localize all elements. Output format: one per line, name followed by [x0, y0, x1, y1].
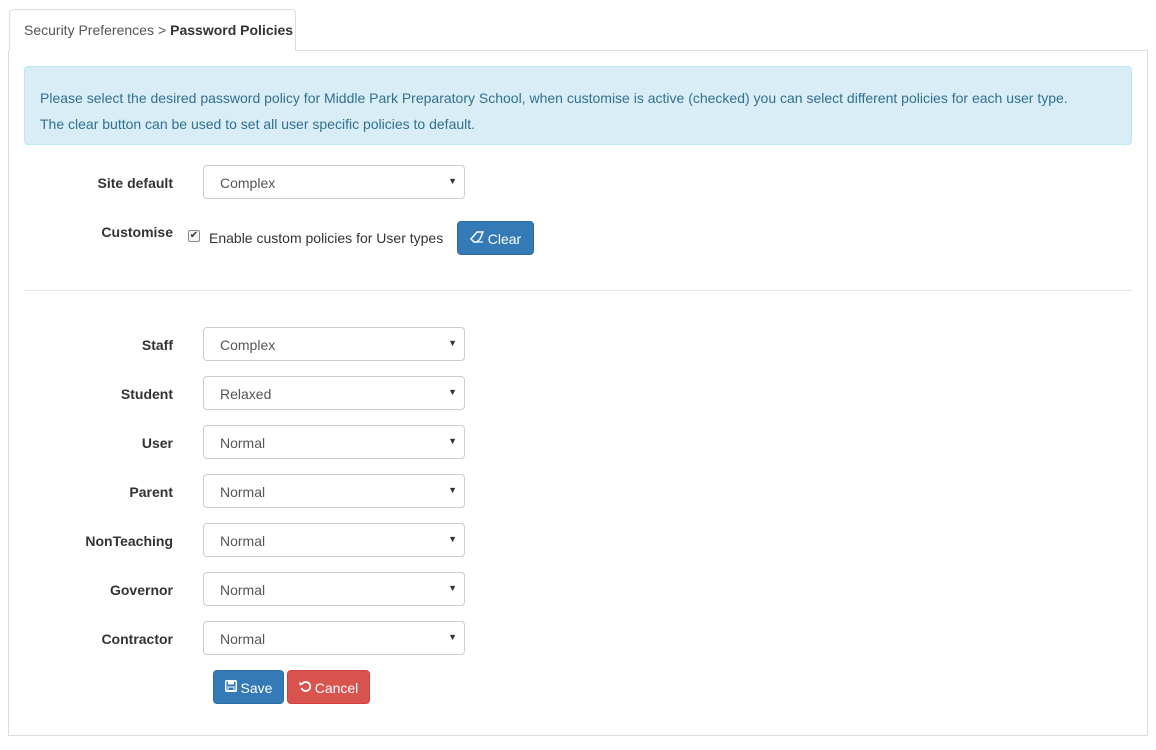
caret-down-icon: ▼ [448, 387, 457, 397]
user-type-policy-select[interactable]: Normal ▼ [203, 523, 465, 557]
caret-down-icon: ▼ [448, 338, 457, 348]
info-line-1: Please select the desired password polic… [40, 90, 1068, 106]
floppy-disk-icon [224, 680, 237, 695]
user-type-policy-value: Complex [220, 337, 276, 353]
page-title: Password Policies [170, 22, 294, 38]
user-type-policy-select[interactable]: Relaxed ▼ [203, 376, 465, 410]
user-type-policy-value: Normal [220, 631, 266, 647]
caret-down-icon: ▼ [448, 632, 457, 642]
cancel-button-label: Cancel [314, 680, 359, 696]
site-default-value: Complex [220, 175, 276, 191]
user-type-label: Contractor [101, 631, 173, 647]
info-line-2: The clear button can be used to set all … [40, 116, 476, 132]
user-type-policy-select[interactable]: Normal ▼ [203, 425, 465, 459]
user-type-policy-value: Normal [220, 533, 266, 549]
save-button-label: Save [240, 680, 273, 696]
cancel-button[interactable]: Cancel [287, 670, 370, 704]
user-type-policy-value: Normal [220, 435, 266, 451]
tab-panel [8, 50, 1148, 736]
user-type-label: Governor [109, 582, 173, 598]
user-type-policy-select[interactable]: Normal ▼ [203, 474, 465, 508]
caret-down-icon: ▼ [448, 583, 457, 593]
clear-button-label: Clear [487, 231, 522, 247]
clear-button[interactable]: Clear [457, 221, 534, 255]
user-type-policy-value: Normal [220, 582, 266, 598]
user-type-policy-select[interactable]: Normal ▼ [203, 572, 465, 606]
breadcrumb-tab[interactable]: Security Preferences > Password Policies [9, 9, 296, 51]
caret-down-icon: ▼ [448, 176, 457, 186]
user-type-policy-select[interactable]: Complex ▼ [203, 327, 465, 361]
user-type-policy-select[interactable]: Normal ▼ [203, 621, 465, 655]
info-alert: Please select the desired password polic… [24, 66, 1132, 145]
breadcrumb-separator: > [157, 22, 167, 38]
breadcrumb-parent[interactable]: Security Preferences [24, 22, 154, 38]
user-type-policy-value: Normal [220, 484, 266, 500]
undo-icon [299, 680, 311, 695]
save-button[interactable]: Save [213, 670, 284, 704]
eraser-icon [469, 231, 484, 246]
user-type-label: Staff [141, 337, 173, 353]
site-default-select[interactable]: Complex ▼ [203, 165, 465, 199]
user-type-policy-value: Relaxed [220, 386, 272, 402]
customise-checkbox-label[interactable]: Enable custom policies for User types [209, 230, 443, 246]
user-type-label: Student [120, 386, 173, 402]
user-type-label: Parent [129, 484, 173, 500]
caret-down-icon: ▼ [448, 534, 457, 544]
site-default-label: Site default [97, 175, 173, 191]
user-type-label: NonTeaching [85, 533, 173, 549]
customise-label: Customise [101, 224, 173, 240]
section-divider [24, 290, 1132, 291]
user-type-label: User [141, 435, 173, 451]
caret-down-icon: ▼ [448, 436, 457, 446]
caret-down-icon: ▼ [448, 485, 457, 495]
customise-checkbox[interactable]: ✔ [188, 230, 200, 242]
